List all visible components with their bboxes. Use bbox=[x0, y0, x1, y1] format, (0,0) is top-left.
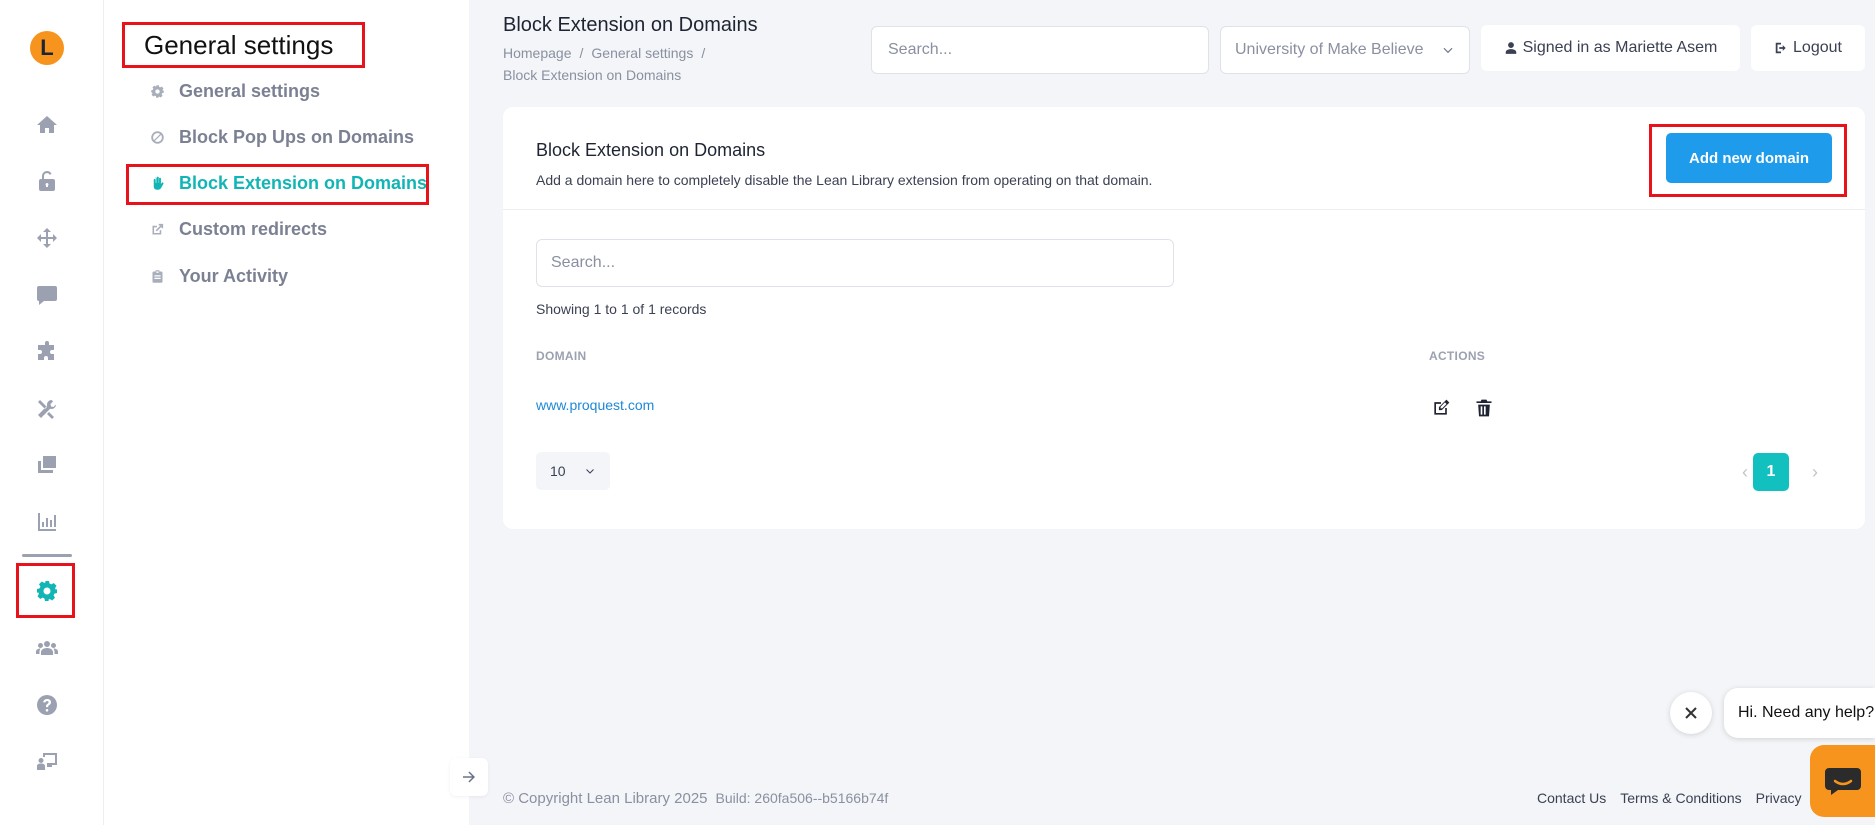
breadcrumb-general-settings[interactable]: General settings bbox=[591, 45, 693, 61]
column-header-actions: ACTIONS bbox=[1429, 349, 1486, 363]
block-extension-card: Block Extension on Domains Add a domain … bbox=[503, 107, 1865, 529]
per-page-value: 10 bbox=[550, 463, 566, 479]
breadcrumb-separator: / bbox=[701, 45, 706, 61]
subnav-item-label: Block Pop Ups on Domains bbox=[179, 126, 415, 147]
subnav-item-general-settings[interactable]: General settings bbox=[150, 76, 320, 106]
logout-button[interactable]: Logout bbox=[1751, 25, 1865, 71]
external-link-icon bbox=[152, 223, 164, 234]
footer-link-terms[interactable]: Terms & Conditions bbox=[1620, 790, 1741, 806]
user-icon bbox=[1505, 42, 1516, 54]
icon-rail: L bbox=[0, 0, 104, 825]
subnav-title: General settings bbox=[144, 30, 334, 60]
breadcrumb-separator: / bbox=[579, 45, 584, 61]
chat-bubble-icon bbox=[1824, 768, 1861, 795]
chat-icon[interactable] bbox=[30, 278, 64, 312]
hand-icon bbox=[153, 176, 164, 190]
card-title: Block Extension on Domains bbox=[536, 140, 766, 160]
unlock-icon[interactable] bbox=[30, 164, 64, 198]
footer-link-contact[interactable]: Contact Us bbox=[1537, 790, 1606, 806]
help-icon[interactable] bbox=[30, 688, 64, 722]
records-count: Showing 1 to 1 of 1 records bbox=[536, 301, 707, 317]
home-icon[interactable] bbox=[30, 108, 64, 142]
close-icon bbox=[1685, 707, 1697, 719]
arrow-right-icon bbox=[463, 771, 475, 783]
clipboard-icon bbox=[152, 269, 163, 283]
breadcrumb-current: Block Extension on Domains bbox=[503, 67, 682, 83]
chat-close-button[interactable] bbox=[1670, 692, 1712, 734]
arrows-icon[interactable] bbox=[30, 221, 64, 255]
rail-divider bbox=[22, 554, 72, 557]
gear-icon bbox=[151, 84, 164, 98]
organization-select[interactable]: University of Make Believe bbox=[1220, 26, 1470, 74]
chat-launcher-button[interactable] bbox=[1810, 745, 1875, 817]
tools-icon[interactable] bbox=[30, 392, 64, 426]
chevron-down-icon bbox=[1443, 47, 1453, 54]
puzzle-icon[interactable] bbox=[30, 335, 64, 369]
footer-links: Contact Us Terms & Conditions Privacy bbox=[1537, 790, 1816, 806]
column-header-domain[interactable]: DOMAIN bbox=[536, 349, 586, 363]
bar-chart-icon[interactable] bbox=[30, 505, 64, 539]
trash-icon[interactable] bbox=[1472, 396, 1496, 420]
pagination-page-1[interactable]: 1 bbox=[1753, 453, 1789, 491]
ban-icon bbox=[151, 130, 164, 144]
breadcrumb-homepage[interactable]: Homepage bbox=[503, 45, 572, 61]
footer-link-privacy[interactable]: Privacy bbox=[1756, 790, 1802, 806]
pagination-next-button[interactable]: › bbox=[1797, 453, 1833, 491]
breadcrumb: Homepage / General settings / Block Extensio… bbox=[503, 42, 763, 86]
chevron-down-icon bbox=[586, 469, 594, 474]
build-text: Build: 260fa506--b5166b74f bbox=[715, 790, 889, 806]
gear-icon[interactable] bbox=[30, 574, 64, 608]
collapse-sidebar-button[interactable] bbox=[450, 758, 488, 796]
subnav-item-label: Your Activity bbox=[179, 265, 289, 286]
signed-in-user-button[interactable]: Signed in as Mariette Asem bbox=[1481, 25, 1740, 71]
header-search-input[interactable] bbox=[871, 26, 1209, 74]
page-title: Block Extension on Domains bbox=[503, 14, 758, 36]
copyright-text: © Copyright Lean Library 2025 bbox=[503, 790, 708, 807]
windows-icon[interactable] bbox=[30, 448, 64, 482]
card-description: Add a domain here to completely disable … bbox=[536, 172, 1153, 188]
subnav-item-block-pop-ups[interactable]: Block Pop Ups on Domains bbox=[150, 122, 414, 152]
chat-greeting[interactable]: Hi. Need any help? bbox=[1724, 688, 1875, 738]
subnav-item-custom-redirects[interactable]: Custom redirects bbox=[150, 214, 327, 244]
logout-icon bbox=[1775, 42, 1786, 54]
signed-in-label: Signed in as Mariette Asem bbox=[1522, 39, 1718, 56]
card-divider bbox=[503, 209, 1865, 210]
presenter-icon[interactable] bbox=[30, 745, 64, 779]
add-new-domain-button[interactable]: Add new domain bbox=[1666, 133, 1832, 183]
users-icon[interactable] bbox=[30, 631, 64, 665]
subnav-item-block-extension[interactable]: Block Extension on Domains bbox=[150, 168, 427, 198]
lean-library-logo[interactable]: L bbox=[30, 31, 64, 65]
edit-icon[interactable] bbox=[1429, 396, 1453, 420]
subnav-item-label: General settings bbox=[179, 80, 321, 101]
per-page-select[interactable]: 10 bbox=[536, 452, 610, 490]
domain-search-input[interactable] bbox=[536, 239, 1174, 287]
subnav-item-label: Custom redirects bbox=[179, 218, 328, 239]
organization-select-value: University of Make Believe bbox=[1235, 41, 1424, 58]
domain-link[interactable]: www.proquest.com bbox=[536, 397, 654, 413]
footer-copyright: © Copyright Lean Library 2025 Build: 260f… bbox=[503, 790, 888, 807]
subnav-item-label: Block Extension on Domains bbox=[179, 172, 428, 193]
subnav-item-your-activity[interactable]: Your Activity bbox=[150, 261, 288, 291]
settings-subnav: General settings General settings Block … bbox=[104, 0, 469, 825]
logout-label: Logout bbox=[1793, 39, 1842, 56]
